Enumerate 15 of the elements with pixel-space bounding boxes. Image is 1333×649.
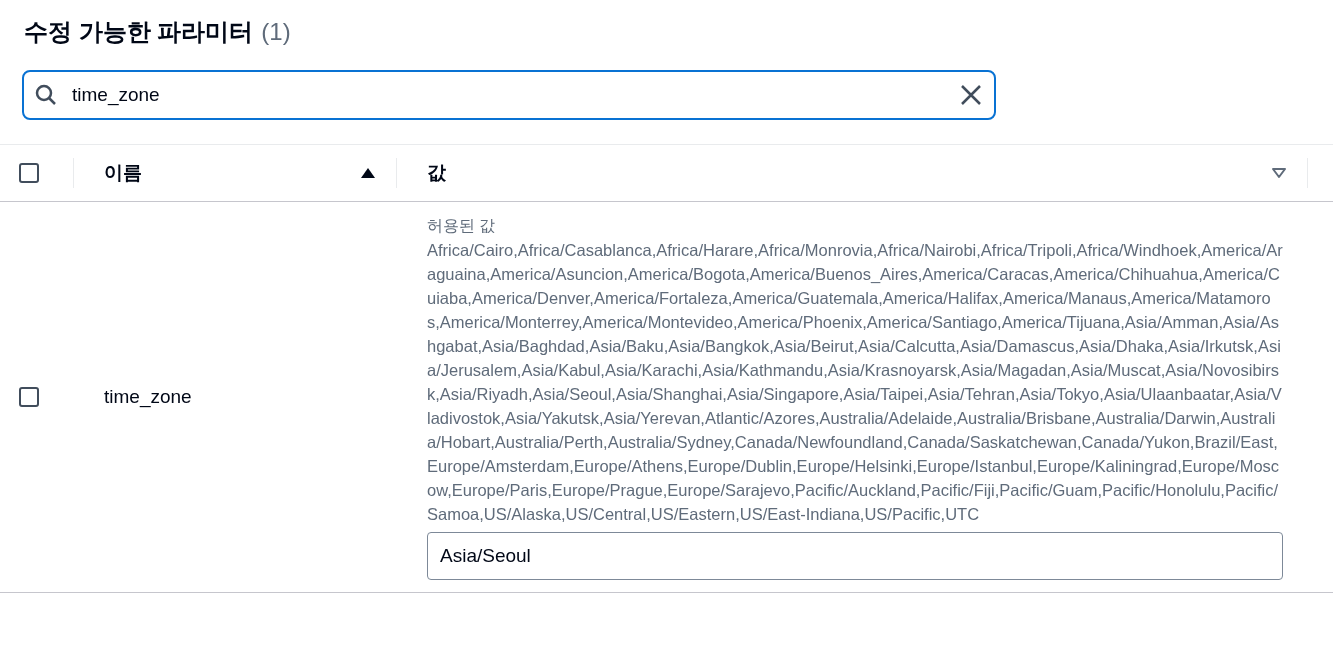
allowed-values: Africa/Cairo,Africa/Casablanca,Africa/Harare,Africa/Monrovia,Africa/Nairobi,Africa/Tripoli,Africa/Windhoek,America/Araguaina,America/Asuncion,America/Bogota,America/Buenos_Aires,America/Caracas,America/Chihuahua,America/Cuiaba,America/Denver,America/Fortaleza,America/Guatemala,America/Halifax,America/Manaus,America/Matamoros,America/Monterrey,America/Montevideo,America/Phoenix,America/Santiago,America/Tijuana,Asia/Amman,Asia/Ashgabat,Asia/Baghdad,Asia/Baku,Asia/Bangkok,Asia/Beirut,Asia/Calcutta,Asia/Damascus,Asia/Dhaka,Asia/Irkutsk,Asia/Jerusalem,Asia/Kabul,Asia/Karachi,Asia/Kathmandu,Asia/Krasnoyarsk,Asia/Magadan,Asia/Muscat,Asia/Novosibirsk,Asia/Riyadh,Asia/Seoul,Asia/Shanghai,Asia/Singapore,Asia/Taipei,Asia/Tehran,Asia/Tokyo,Asia/Ulaanbaatar,Asia/Vladivostok,Asia/Yakutsk,Asia/Yerevan,Atlantic/Azores,Australia/Adelaide,Australia/Brisbane,Australia/Darwin,Australia/Hobart,Australia/Perth,Australia/Sydney,Canada/Newfoundland,Canada/Saskatchewan,Canada/Yukon,Brazil/East,Europe/Amsterdam,Europe/Athens,Europe/Dublin,Europe/Helsinki,Europe/Istanbul,Europe/Kaliningrad,Europe/Moscow,Europe/Paris,Europe/Prague,Europe/Sarajevo,Pacific/Auckland,Pacific/Fiji,Pacific/Guam,Pacific/Honolulu,Pacific/Samoa,US/Alaska,US/Central,US/Eastern,US/East-Indiana,US/Pacific,UTC: [427, 240, 1283, 525]
sort-caret-icon[interactable]: [1271, 167, 1287, 179]
section-title: 수정 가능한 파라미터: [24, 17, 254, 47]
search-field[interactable]: time_zone: [22, 70, 996, 120]
sort-ascending-icon[interactable]: [360, 167, 376, 179]
value-input-field[interactable]: Asia/Seoul: [427, 532, 1283, 580]
checkbox[interactable]: [19, 387, 39, 407]
search-icon: [34, 83, 58, 107]
checkbox[interactable]: [18, 163, 39, 183]
count: (1): [261, 17, 291, 47]
column-header[interactable]: 이름: [74, 158, 397, 188]
allowed-values-label: 허용된 값: [427, 216, 497, 236]
clear-icon[interactable]: [960, 84, 982, 106]
column-header[interactable]: 값: [397, 158, 1308, 188]
parameter-name: time_zone: [104, 385, 192, 407]
